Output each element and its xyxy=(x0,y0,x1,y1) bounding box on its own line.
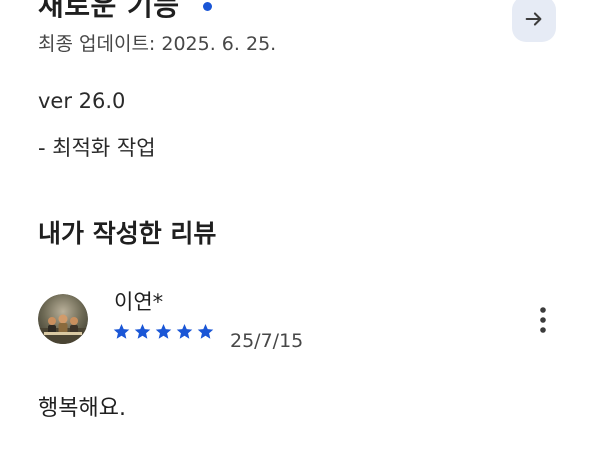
app-page: 새로운 기능 최종 업데이트: 2025. 6. 25. ver 26.0 - … xyxy=(0,0,600,449)
star-icon xyxy=(155,323,172,339)
last-updated-date: 2025. 6. 25. xyxy=(161,33,277,55)
review-body: 행복해요. xyxy=(38,396,126,421)
arrow-right-icon xyxy=(525,12,542,26)
star-icon xyxy=(113,323,130,339)
new-indicator-dot xyxy=(203,2,212,11)
last-updated: 최종 업데이트: 2025. 6. 25. xyxy=(38,29,276,56)
whats-new-arrow-button[interactable] xyxy=(512,0,556,42)
reviewer-name: 이연* xyxy=(114,290,164,314)
whats-new-title: 새로운 기능 xyxy=(38,0,180,22)
more-options-button[interactable] xyxy=(526,300,560,340)
star-icon xyxy=(197,323,214,339)
star-rating xyxy=(112,322,215,341)
my-review-heading: 내가 작성한 리뷰 xyxy=(38,219,217,248)
star-icon xyxy=(176,323,193,339)
star-icon xyxy=(134,323,151,339)
last-updated-label: 최종 업데이트: xyxy=(38,33,156,55)
more-vert-icon xyxy=(540,307,546,333)
release-note: - 최적화 작업 xyxy=(38,136,156,160)
avatar xyxy=(38,294,88,344)
version-text: ver 26.0 xyxy=(38,89,126,113)
review-date: 25/7/15 xyxy=(230,330,304,352)
